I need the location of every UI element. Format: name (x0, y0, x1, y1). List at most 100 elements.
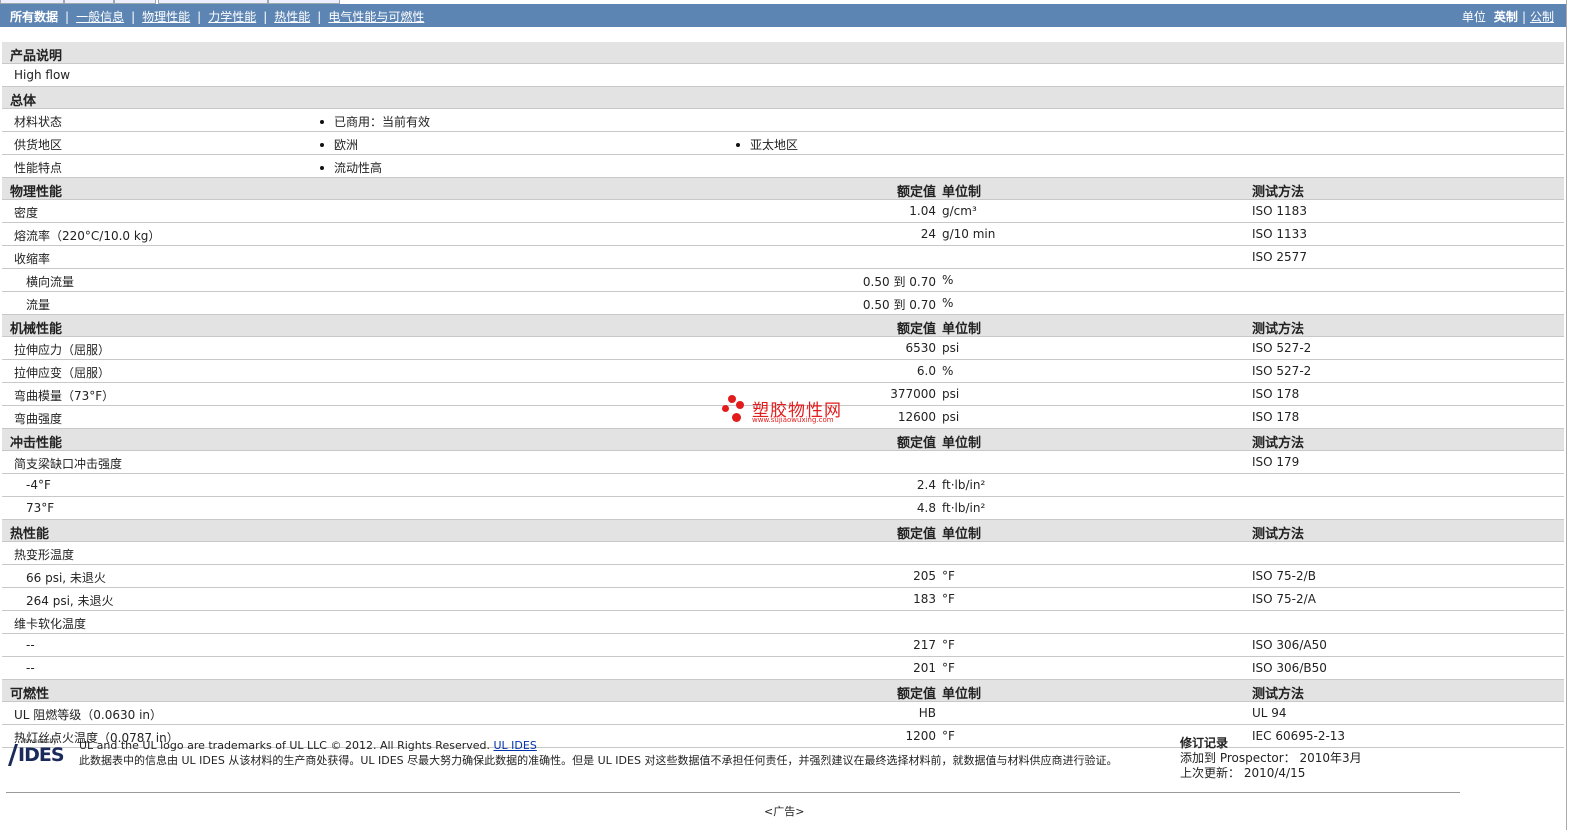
property-row: 73°F 4.8 ft·lb/in² (2, 497, 1564, 520)
property-name: 维卡软化温度 (14, 617, 87, 631)
general-row-value: 流动性高 (320, 159, 382, 176)
section-title: 可燃性 (10, 687, 50, 702)
section-title: 产品说明 (10, 49, 63, 64)
property-unit: ft·lb/in² (942, 501, 986, 515)
property-value: 377000 (890, 387, 936, 401)
ides-slash-icon (8, 744, 18, 766)
col-header-unit: 单位制 (942, 322, 982, 337)
property-name: 弯曲强度 (14, 412, 63, 426)
property-unit: g/10 min (942, 227, 996, 241)
property-name: 264 psi, 未退火 (26, 594, 114, 608)
property-unit: °F (942, 661, 955, 675)
property-row: 热变形温度 (2, 542, 1564, 565)
nav-tab-1[interactable]: 一般信息 (76, 8, 124, 25)
property-value: 24 (920, 227, 936, 241)
bullet-icon (320, 142, 324, 147)
property-row: 维卡软化温度 (2, 611, 1564, 634)
nav-tab-2[interactable]: 物理性能 (142, 8, 190, 25)
section-header-general: 总体 (2, 87, 1564, 109)
section-title: 热性能 (10, 527, 50, 542)
property-method: ISO 527-2 (1252, 341, 1312, 355)
revision-title: 修订记录 (1180, 736, 1229, 750)
property-value: 0.50 到 0.70 (862, 298, 936, 312)
section-title: 机械性能 (10, 322, 63, 337)
property-value: 6530 (905, 341, 936, 355)
general-row-label: 供货地区 (14, 138, 63, 152)
tab-separator: | (317, 9, 322, 24)
col-header-method: 测试方法 (1252, 527, 1305, 542)
property-name: 66 psi, 未退火 (26, 571, 106, 585)
property-unit: °F (942, 592, 955, 606)
property-method: ISO 306/A50 (1252, 638, 1327, 652)
property-value: 183 (913, 592, 936, 606)
property-name: 拉伸应变（屈服） (14, 366, 111, 380)
property-name: -4°F (26, 478, 51, 492)
property-unit: % (942, 364, 954, 378)
nav-tab-0[interactable]: 所有数据 (10, 8, 58, 25)
tab-separator: | (263, 9, 268, 24)
property-method: ISO 178 (1252, 387, 1300, 401)
property-row: 66 psi, 未退火 205 °F ISO 75-2/B (2, 565, 1564, 588)
tab-separator: | (197, 9, 202, 24)
property-value: 12600 (897, 410, 936, 424)
property-row: -- 217 °F ISO 306/A50 (2, 634, 1564, 657)
property-unit: psi (942, 387, 960, 401)
section-title: 物理性能 (10, 185, 63, 200)
property-row: -- 201 °F ISO 306/B50 (2, 657, 1564, 680)
col-header-value: 额定值 (896, 527, 936, 542)
nav-tab-4[interactable]: 热性能 (274, 8, 310, 25)
section-title: 总体 (10, 94, 37, 109)
property-row: 收缩率 ISO 2577 (2, 246, 1564, 269)
nav-tab-5[interactable]: 电气性能与可燃性 (328, 8, 424, 25)
property-unit: °F (942, 638, 955, 652)
property-unit: % (942, 296, 954, 310)
property-name: 简支梁缺口冲击强度 (14, 457, 123, 471)
property-value: 201 (913, 661, 936, 675)
property-name: 密度 (14, 206, 39, 220)
revision-history: 修订记录 添加到 Prospector： 2010年3月 上次更新： 2010/… (1180, 736, 1362, 781)
right-border (1566, 0, 1567, 830)
property-method: ISO 75-2/B (1252, 569, 1316, 583)
property-row: 拉伸应力（屈服） 6530 psi ISO 527-2 (2, 337, 1564, 360)
property-row: 简支梁缺口冲击强度 ISO 179 (2, 451, 1564, 474)
general-value-text: 亚太地区 (750, 138, 799, 152)
ul-ides-link[interactable]: UL IDES (494, 739, 537, 752)
property-method: UL 94 (1252, 706, 1287, 720)
property-value: 1.04 (909, 204, 936, 218)
section-header-product-desc: 产品说明 (2, 42, 1564, 64)
property-row: 弯曲强度 12600 psi ISO 178 (2, 406, 1564, 429)
revision-updated: 上次更新： 2010/4/15 (1180, 766, 1306, 780)
property-value: HB (918, 706, 936, 720)
property-name: 弯曲模量（73°F） (14, 389, 115, 403)
unit-separator: | (1521, 9, 1526, 24)
section-header: 物理性能 额定值 单位制 测试方法 (2, 178, 1564, 200)
general-row-label: 材料状态 (14, 115, 63, 129)
property-row: 拉伸应变（屈服） 6.0% ISO 527-2 (2, 360, 1564, 383)
property-name: -- (26, 661, 35, 675)
general-row: 供货地区 欧洲 亚太地区 (2, 132, 1564, 155)
section-header: 冲击性能 额定值 单位制 测试方法 (2, 429, 1564, 451)
property-name: 横向流量 (26, 275, 75, 289)
property-unit: % (942, 273, 954, 287)
general-row-value: 已商用：当前有效 (320, 113, 430, 130)
property-row: 264 psi, 未退火 183 °F ISO 75-2/A (2, 588, 1564, 611)
col-header-value: 额定值 (896, 436, 936, 451)
unit-switcher: 单位 英制 | 公制 (1462, 8, 1554, 25)
datasheet-table: 产品说明 High flow 总体 材料状态 已商用：当前有效 供货地区 欧洲 亚太地区… (2, 42, 1564, 748)
tab-separator: | (131, 9, 136, 24)
property-method: ISO 306/B50 (1252, 661, 1327, 675)
section-nav-bar: 所有数据 | 一般信息 | 物理性能 | 力学性能 | 热性能 | 电气性能与可燃性 单位 英制 |… (0, 4, 1566, 27)
col-header-value: 额定值 (896, 322, 936, 337)
section-tabs: 所有数据 | 一般信息 | 物理性能 | 力学性能 | 热性能 | 电气性能与可燃性 (10, 8, 424, 25)
footer: Powered by IDES UL and the UL logo are t… (2, 735, 1564, 795)
property-name: -- (26, 638, 35, 652)
nav-tab-3[interactable]: 力学性能 (208, 8, 256, 25)
logo-text: IDES (18, 744, 65, 766)
property-method: ISO 1183 (1252, 204, 1307, 218)
property-method: ISO 179 (1252, 455, 1300, 469)
unit-link-metric[interactable]: 公制 (1530, 8, 1554, 25)
col-header-value: 额定值 (896, 687, 936, 702)
property-name: 收缩率 (14, 252, 51, 266)
section-title: 冲击性能 (10, 436, 63, 451)
property-value: 205 (913, 569, 936, 583)
